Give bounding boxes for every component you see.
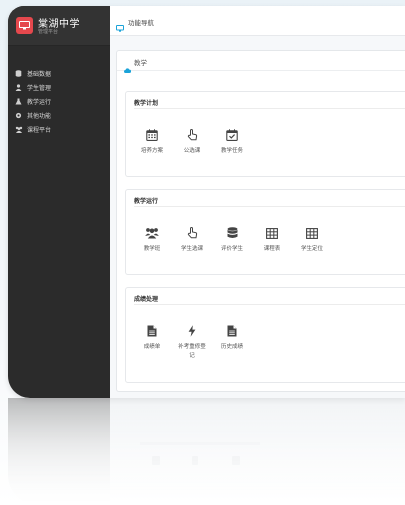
nav-tile-teaching-class[interactable]: 教学班	[132, 226, 172, 254]
tile-label: 教学任务	[220, 148, 243, 154]
tile-label: 成绩单	[143, 344, 161, 350]
flask-icon	[15, 98, 22, 105]
teaching-panel: 教学 教学计划 培养方案 公选课 教学任务 教学运行 教学班 学生选课 评价学生…	[116, 50, 405, 392]
reflection-tile-icon	[152, 456, 160, 465]
nav-tile-training-plan[interactable]: 培养方案	[132, 128, 172, 156]
sidebar-item-course-platform[interactable]: 课程平台	[8, 122, 110, 136]
sidebar-item-student-management[interactable]: 学生管理	[8, 80, 110, 94]
gear-icon	[15, 112, 22, 119]
sidebar-item-teaching-operation[interactable]: 教学运行	[8, 94, 110, 108]
tile-label: 学生定位	[300, 246, 323, 252]
sidebar-item-label: 学生管理	[27, 84, 52, 92]
reflection-sidebar	[8, 398, 110, 505]
section-teaching-plan: 教学计划 培养方案 公选课 教学任务	[125, 91, 405, 177]
tile-label: 评价学生	[220, 246, 243, 252]
function-navigation-tab[interactable]: 功能导航	[128, 17, 154, 27]
section-divider	[134, 206, 405, 207]
nav-tile-evaluate-students[interactable]: 评价学生	[212, 226, 252, 254]
nav-tile-historical-grades[interactable]: 历史成绩	[212, 324, 252, 352]
brand-header[interactable]: 棠湖中学 管理平台	[8, 6, 110, 46]
cloud-icon	[124, 58, 132, 77]
sidebar: 棠湖中学 管理平台 基础数据 学生管理 教学运行 其他功能 课程平台	[8, 6, 110, 398]
sidebar-item-label: 教学运行	[27, 98, 52, 106]
tile-label: 补考重修登记	[178, 344, 206, 359]
nav-tile-makeup-exam-registration[interactable]: 补考重修登记	[172, 324, 212, 361]
panel-header: 教学	[117, 51, 405, 73]
file-text-icon	[212, 324, 252, 338]
section-title: 教学计划	[134, 100, 159, 107]
tile-label: 教学班	[143, 246, 161, 252]
table-icon	[292, 226, 332, 240]
database-icon	[15, 69, 22, 77]
sidebar-menu: 基础数据 学生管理 教学运行 其他功能 课程平台	[8, 66, 110, 136]
sidebar-item-label: 其他功能	[27, 112, 52, 120]
panel-title: 教学	[134, 59, 147, 67]
section-title: 教学运行	[134, 198, 159, 205]
tile-label: 公选课	[183, 148, 201, 154]
nav-tile-transcript[interactable]: 成绩单	[132, 324, 172, 352]
top-bar: 功能导航	[110, 6, 405, 36]
section-divider	[134, 304, 405, 305]
sidebar-item-other-functions[interactable]: 其他功能	[8, 108, 110, 122]
calendar-icon	[132, 128, 172, 142]
file-text-icon	[132, 324, 172, 338]
app-window: 棠湖中学 管理平台 基础数据 学生管理 教学运行 其他功能 课程平台 功能导航 …	[8, 6, 405, 398]
screenshot-stage: 棠湖中学 管理平台 基础数据 学生管理 教学运行 其他功能 课程平台 功能导航 …	[0, 0, 405, 505]
monitor-icon	[116, 17, 124, 36]
tile-label: 课程表	[263, 246, 281, 252]
monitor-icon	[16, 17, 33, 34]
hand-pointer-icon	[172, 128, 212, 142]
tile-label: 培养方案	[140, 148, 163, 154]
users-icon	[132, 226, 172, 240]
section-grade-processing: 成绩处理 成绩单 补考重修登记 历史成绩	[125, 287, 405, 383]
reflection-tile-icon	[232, 456, 240, 465]
sidebar-item-label: 课程平台	[27, 126, 52, 134]
database-icon	[212, 226, 252, 240]
table-icon	[252, 226, 292, 240]
brand-subtitle: 管理平台	[38, 29, 59, 35]
nav-tile-student-location[interactable]: 学生定位	[292, 226, 332, 254]
section-divider	[134, 108, 405, 109]
sidebar-item-label: 基础数据	[27, 70, 52, 78]
hand-pointer-icon	[172, 226, 212, 240]
section-teaching-operation: 教学运行 教学班 学生选课 评价学生 课程表 学生定位	[125, 189, 405, 275]
tile-label: 历史成绩	[220, 344, 243, 350]
users-icon	[15, 126, 23, 133]
reflection-tile-bar	[140, 442, 260, 445]
nav-tile-teaching-task[interactable]: 教学任务	[212, 128, 252, 156]
window-reflection	[8, 398, 405, 505]
bolt-icon	[172, 324, 212, 338]
reflection-main	[110, 398, 405, 505]
nav-tile-course-schedule[interactable]: 课程表	[252, 226, 292, 254]
nav-tile-student-course-selection[interactable]: 学生选课	[172, 226, 212, 254]
main-area: 功能导航 教学 教学计划 培养方案 公选课 教学任务 教学运行 教学班 学生选课…	[110, 6, 405, 398]
user-icon	[15, 83, 22, 91]
nav-tile-elective-course[interactable]: 公选课	[172, 128, 212, 156]
sidebar-item-basic-data[interactable]: 基础数据	[8, 66, 110, 80]
section-title: 成绩处理	[134, 296, 159, 303]
tile-label: 学生选课	[180, 246, 203, 252]
reflection-tile-icon	[192, 456, 198, 465]
calendar-check-icon	[212, 128, 252, 142]
